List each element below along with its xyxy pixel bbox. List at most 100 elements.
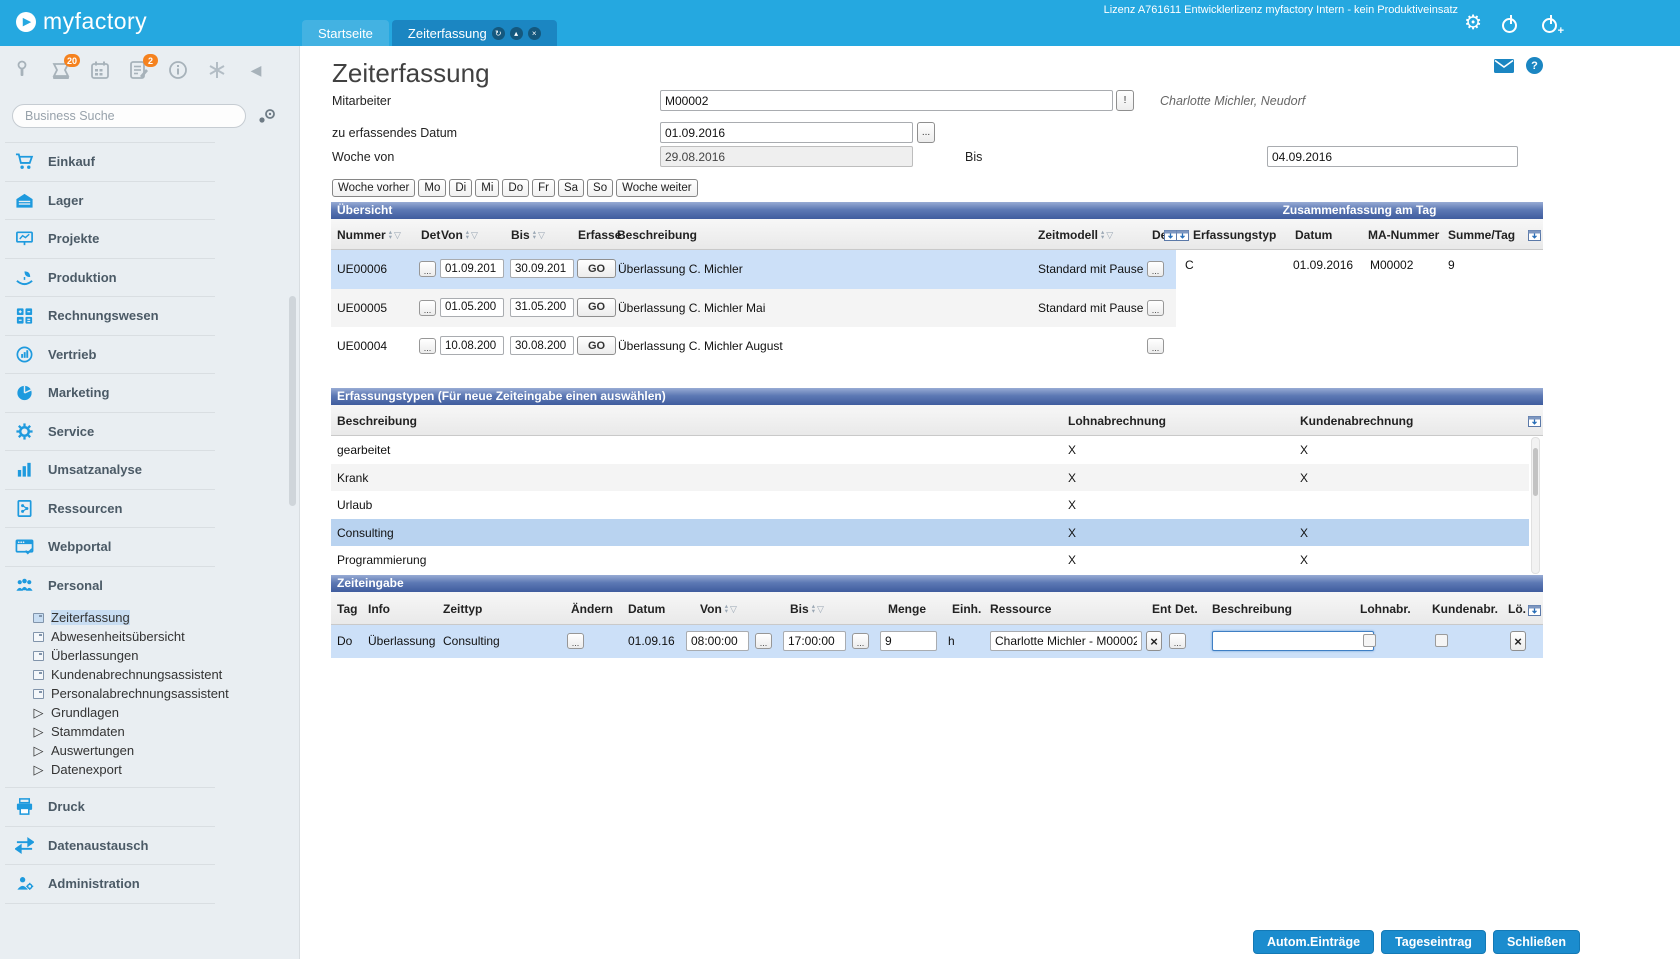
- tag-so-button[interactable]: So: [587, 179, 613, 197]
- erfassungstyp-row[interactable]: gearbeitet X X: [331, 436, 1529, 464]
- bis-time-input[interactable]: [783, 631, 846, 651]
- lohnabr-checkbox[interactable]: [1363, 634, 1376, 647]
- myfactory-logo[interactable]: ▶ myfactory: [16, 8, 147, 35]
- tab-startseite[interactable]: Startseite: [302, 20, 389, 46]
- tag-do-button[interactable]: Do: [502, 179, 529, 197]
- col-zeitmodell[interactable]: Zeitmodell▴▾▽: [1038, 228, 1113, 242]
- schliessen-button[interactable]: Schließen: [1493, 930, 1580, 954]
- row-von-input[interactable]: [440, 298, 504, 317]
- sidebar-item-personal[interactable]: Personal: [0, 567, 300, 605]
- sidebar-item-projekte[interactable]: Projekte: [0, 220, 300, 258]
- help-icon[interactable]: ?: [1526, 57, 1543, 74]
- submenu-abwesenheitsuebersicht[interactable]: Abwesenheitsübersicht: [0, 627, 300, 646]
- logout-power-icon[interactable]: [1501, 15, 1520, 34]
- row-detail2-button[interactable]: ...: [1147, 338, 1164, 354]
- autom-eintraege-button[interactable]: Autom.Einträge: [1253, 930, 1374, 954]
- sidebar-item-webportal[interactable]: Webportal: [0, 528, 300, 566]
- row-von-input[interactable]: [440, 259, 504, 278]
- tag-mo-button[interactable]: Mo: [418, 179, 446, 197]
- export-table-icon[interactable]: [1528, 603, 1541, 621]
- sidebar-item-einkauf[interactable]: Einkauf: [0, 143, 300, 181]
- tag-mi-button[interactable]: Mi: [475, 179, 499, 197]
- kundenabr-checkbox[interactable]: [1435, 634, 1448, 647]
- col-bis[interactable]: Bis▴▾▽: [790, 602, 824, 616]
- woche-vorher-button[interactable]: Woche vorher: [332, 179, 415, 197]
- row-bis-input[interactable]: [510, 259, 574, 278]
- sidebar-item-datenaustausch[interactable]: Datenaustausch: [0, 827, 300, 865]
- scrollbar-thumb[interactable]: [1533, 448, 1538, 496]
- datum-browse-button[interactable]: ...: [917, 122, 935, 143]
- delete-row-button[interactable]: ×: [1510, 631, 1526, 651]
- zeiteingabe-row[interactable]: Do Überlassung Consulting ... 01.09.16 .…: [331, 625, 1543, 658]
- tag-di-button[interactable]: Di: [449, 179, 472, 197]
- woche-bis-input[interactable]: [1267, 146, 1518, 167]
- stamp-clock-icon[interactable]: 20: [49, 58, 73, 82]
- export-table-icon[interactable]: [1176, 228, 1189, 246]
- sidebar-item-marketing[interactable]: Marketing: [0, 374, 300, 412]
- mitarbeiter-lookup-button[interactable]: !: [1116, 90, 1134, 111]
- erfassungstyp-row[interactable]: Programmierung X X: [331, 546, 1529, 574]
- submenu-auswertungen[interactable]: ▷Auswertungen: [0, 741, 300, 760]
- uebersicht-row[interactable]: UE00005 ... GO Überlassung C. Michler Ma…: [331, 289, 1543, 328]
- row-detail-button[interactable]: ...: [419, 338, 436, 354]
- go-button[interactable]: GO: [577, 259, 616, 278]
- calendar-icon[interactable]: [88, 58, 112, 82]
- woche-weiter-button[interactable]: Woche weiter: [616, 179, 697, 197]
- row-detail-button[interactable]: ...: [419, 261, 436, 277]
- pin-icon[interactable]: [10, 58, 34, 82]
- beschreibung-input[interactable]: [1212, 631, 1374, 651]
- mitarbeiter-input[interactable]: [660, 90, 1113, 111]
- von-browse-button[interactable]: ...: [755, 633, 772, 649]
- uebersicht-row[interactable]: UE00006 ... GO Überlassung C. Michler St…: [331, 250, 1543, 289]
- submenu-kundenabrechnungsassistent[interactable]: Kundenabrechnungsassistent: [0, 665, 300, 684]
- submenu-personalabrechnungsassistent[interactable]: Personalabrechnungsassistent: [0, 684, 300, 703]
- bis-browse-button[interactable]: ...: [852, 633, 869, 649]
- erfassungstyp-row[interactable]: Urlaub X: [331, 491, 1529, 519]
- uebersicht-row[interactable]: UE00004 ... GO Überlassung C. Michler Au…: [331, 327, 1543, 366]
- row-edit-button[interactable]: ...: [567, 633, 584, 649]
- submenu-datenexport[interactable]: ▷Datenexport: [0, 760, 300, 779]
- tab-zeiterfassung[interactable]: Zeiterfassung ↻ ▴ ×: [392, 20, 557, 46]
- submenu-grundlagen[interactable]: ▷Grundlagen: [0, 703, 300, 722]
- row-von-input[interactable]: [440, 336, 504, 355]
- ressource-clear-button[interactable]: ×: [1146, 631, 1162, 651]
- tag-fr-button[interactable]: Fr: [532, 179, 555, 197]
- tab-close-icon[interactable]: ×: [528, 27, 541, 40]
- tag-sa-button[interactable]: Sa: [558, 179, 584, 197]
- mail-icon[interactable]: [1494, 59, 1514, 78]
- asterisk-icon[interactable]: [205, 58, 229, 82]
- business-search-input[interactable]: [12, 104, 246, 128]
- row-detail2-button[interactable]: ...: [1147, 300, 1164, 316]
- col-nummer[interactable]: Nummer▴▾▽: [337, 228, 401, 242]
- woche-von-input[interactable]: [660, 146, 913, 167]
- erfassungstypen-scrollbar[interactable]: [1531, 437, 1540, 574]
- sidebar-item-administration[interactable]: Administration: [0, 865, 300, 903]
- go-button[interactable]: GO: [577, 336, 616, 355]
- ressource-input[interactable]: [990, 631, 1142, 651]
- sidebar-item-lager[interactable]: Lager: [0, 182, 300, 220]
- submenu-ueberlassungen[interactable]: Überlassungen: [0, 646, 300, 665]
- sidebar-item-rechnungswesen[interactable]: Rechnungswesen: [0, 297, 300, 335]
- export-table-icon[interactable]: [1528, 228, 1541, 246]
- datum-input[interactable]: [660, 122, 913, 143]
- sidebar-item-ressourcen[interactable]: Ressourcen: [0, 490, 300, 528]
- tab-collapse-icon[interactable]: ▴: [510, 27, 523, 40]
- row-bis-input[interactable]: [510, 336, 574, 355]
- export-table-icon[interactable]: [1528, 414, 1541, 432]
- tab-refresh-icon[interactable]: ↻: [492, 27, 505, 40]
- col-von[interactable]: Von▴▾▽: [700, 602, 737, 616]
- menge-input[interactable]: [880, 631, 937, 651]
- col-bis[interactable]: Bis▴▾▽: [511, 228, 545, 242]
- submenu-zeiterfassung[interactable]: Zeiterfassung: [0, 608, 300, 627]
- sidebar-item-produktion[interactable]: Produktion: [0, 259, 300, 297]
- row-bis-input[interactable]: [510, 298, 574, 317]
- sidebar-scrollbar[interactable]: [289, 296, 296, 506]
- go-button[interactable]: GO: [577, 298, 616, 317]
- submenu-stammdaten[interactable]: ▷Stammdaten: [0, 722, 300, 741]
- tageseintrag-button[interactable]: Tageseintrag: [1381, 930, 1486, 954]
- erfassungstyp-row-selected[interactable]: Consulting X X: [331, 519, 1529, 547]
- collapse-sidebar-icon[interactable]: ◀: [244, 58, 268, 82]
- tasks-icon[interactable]: 2: [127, 58, 151, 82]
- sidebar-item-druck[interactable]: Druck: [0, 788, 300, 826]
- erfassungstyp-row[interactable]: Krank X X: [331, 464, 1529, 492]
